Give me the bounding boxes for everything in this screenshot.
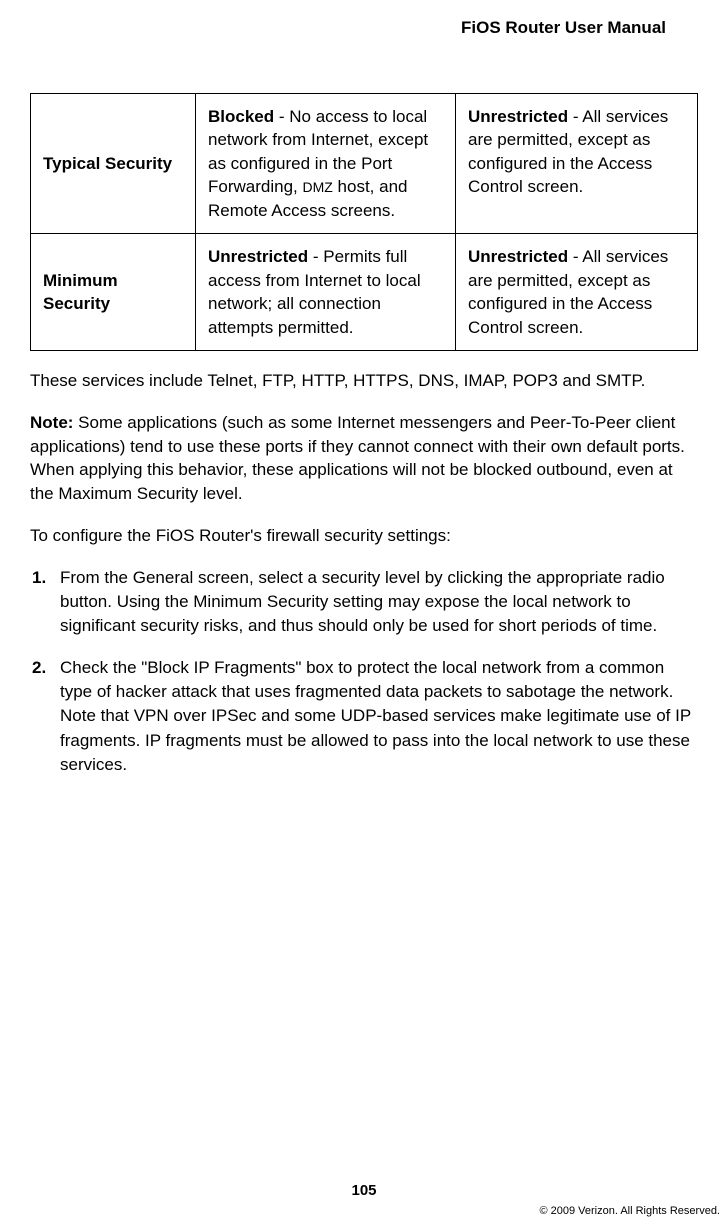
row-head-minimum: Minimum Security (31, 234, 196, 351)
note-label: Note: (30, 413, 73, 432)
security-levels-table: Typical Security Blocked - No access to … (30, 93, 698, 351)
steps-list: From the General screen, select a securi… (30, 566, 698, 777)
cell-minimum-outbound: Unrestricted - All services are permitte… (456, 234, 698, 351)
bold-lead: Unrestricted (468, 247, 568, 266)
copyright-text: © 2009 Verizon. All Rights Reserved. (539, 1205, 720, 1217)
paragraph-configure: To configure the FiOS Router's firewall … (30, 524, 698, 548)
bold-lead: Unrestricted (208, 247, 308, 266)
row-head-typical: Typical Security (31, 94, 196, 234)
smallcaps-text: DMZ (302, 179, 332, 195)
manual-header-title: FiOS Router User Manual (30, 18, 698, 38)
step-item: From the General screen, select a securi… (30, 566, 698, 638)
bold-lead: Unrestricted (468, 107, 568, 126)
page-number: 105 (0, 1182, 728, 1199)
table-row: Minimum Security Unrestricted - Permits … (31, 234, 698, 351)
cell-typical-outbound: Unrestricted - All services are permitte… (456, 94, 698, 234)
paragraph-note: Note: Some applications (such as some In… (30, 411, 698, 506)
paragraph-services: These services include Telnet, FTP, HTTP… (30, 369, 698, 393)
table-row: Typical Security Blocked - No access to … (31, 94, 698, 234)
cell-typical-inbound: Blocked - No access to local network fro… (196, 94, 456, 234)
bold-lead: Blocked (208, 107, 274, 126)
note-text: Some applications (such as some Internet… (30, 413, 685, 503)
cell-minimum-inbound: Unrestricted - Permits full access from … (196, 234, 456, 351)
step-item: Check the "Block IP Fragments" box to pr… (30, 656, 698, 777)
